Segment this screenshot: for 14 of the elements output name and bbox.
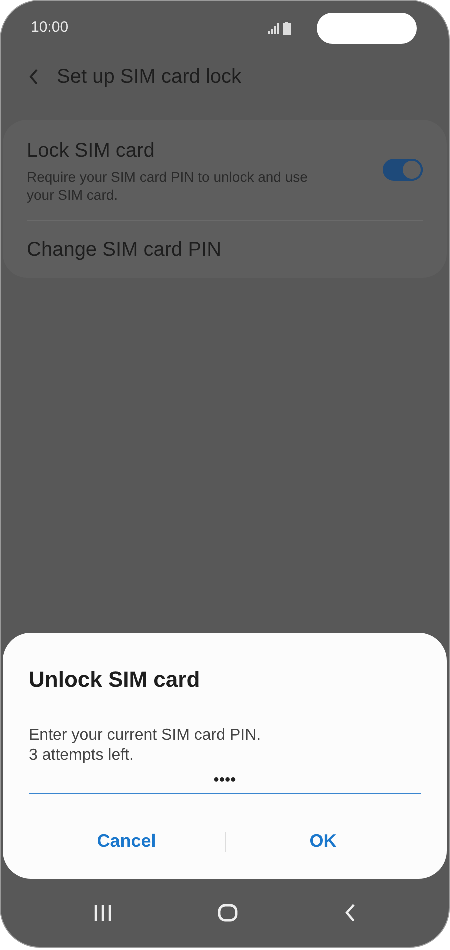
home-icon[interactable] — [218, 904, 238, 922]
dialog-button[interactable]: OK — [226, 822, 421, 861]
recent-apps-icon[interactable] — [94, 905, 112, 921]
status-time: 10:00 — [31, 18, 69, 38]
dialog-title: Unlock SIM card — [29, 666, 202, 694]
signal-icon — [268, 23, 280, 34]
dialog-button[interactable]: Cancel — [29, 822, 224, 861]
battery-icon — [283, 22, 291, 35]
page-title: Set up SIM card lock — [57, 65, 242, 90]
pin-input-field[interactable]: •••• — [29, 768, 421, 794]
setting-title[interactable]: Lock SIM card — [27, 136, 383, 166]
setting-title[interactable]: Change SIM card PIN — [27, 234, 423, 264]
dialog-message: Enter your current SIM card PIN. 3 attempts left. — [29, 726, 262, 766]
toggle-switch[interactable] — [383, 159, 423, 181]
